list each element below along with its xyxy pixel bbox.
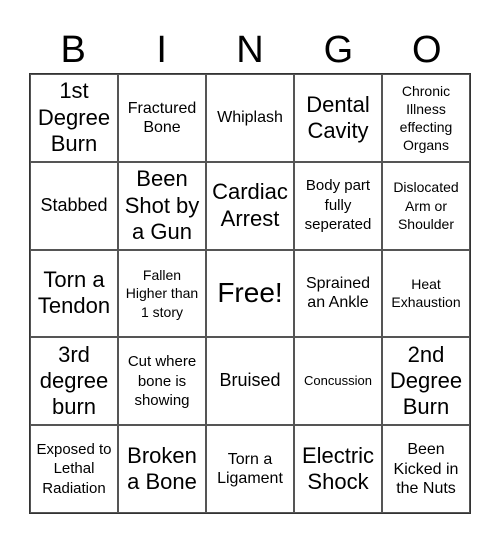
header-letter-o: O <box>412 29 442 71</box>
bingo-cell[interactable]: Concussion <box>294 337 382 426</box>
bingo-cell[interactable]: Electric Shock <box>294 425 382 513</box>
bingo-cell[interactable]: Broken a Bone <box>118 425 206 513</box>
bingo-cell[interactable]: Fractured Bone <box>118 74 206 162</box>
bingo-cell[interactable]: Torn a Tendon <box>30 249 118 338</box>
bingo-cell[interactable]: Body part fully seperated <box>294 161 382 250</box>
bingo-header: B I N G O <box>29 26 471 74</box>
bingo-cell[interactable]: Dental Cavity <box>294 74 382 162</box>
header-letter-n: N <box>236 29 264 71</box>
bingo-cell[interactable]: Heat Exhaustion <box>382 249 470 338</box>
bingo-cell[interactable]: 2nd Degree Burn <box>382 337 470 426</box>
bingo-cell[interactable]: Been Shot by a Gun <box>118 161 206 250</box>
bingo-cell[interactable]: Cardiac Arrest <box>206 161 294 250</box>
header-letter-g: G <box>323 29 354 71</box>
bingo-cell[interactable]: 1st Degree Burn <box>30 74 118 162</box>
bingo-cell[interactable]: Cut where bone is showing <box>118 337 206 426</box>
bingo-cell[interactable]: Fallen Higher than 1 story <box>118 249 206 338</box>
bingo-cell[interactable]: 3rd degree burn <box>30 337 118 426</box>
bingo-cell[interactable]: Torn a Ligament <box>206 425 294 513</box>
bingo-cell[interactable]: Sprained an Ankle <box>294 249 382 338</box>
header-letter-b: B <box>60 29 86 71</box>
bingo-cell[interactable]: Stabbed <box>30 161 118 250</box>
bingo-cell[interactable]: Exposed to Lethal Radiation <box>30 425 118 513</box>
bingo-cell[interactable]: Bruised <box>206 337 294 426</box>
bingo-cell[interactable]: Been Kicked in the Nuts <box>382 425 470 513</box>
header-letter-i: I <box>156 29 167 71</box>
bingo-cell[interactable]: Whiplash <box>206 74 294 162</box>
bingo-cell[interactable]: Dislocated Arm or Shoulder <box>382 161 470 250</box>
bingo-card-grid: 1st Degree Burn Fractured Bone Whiplash … <box>29 73 471 514</box>
free-space[interactable]: Free! <box>206 249 294 338</box>
bingo-cell[interactable]: Chronic Illness effecting Organs <box>382 74 470 162</box>
